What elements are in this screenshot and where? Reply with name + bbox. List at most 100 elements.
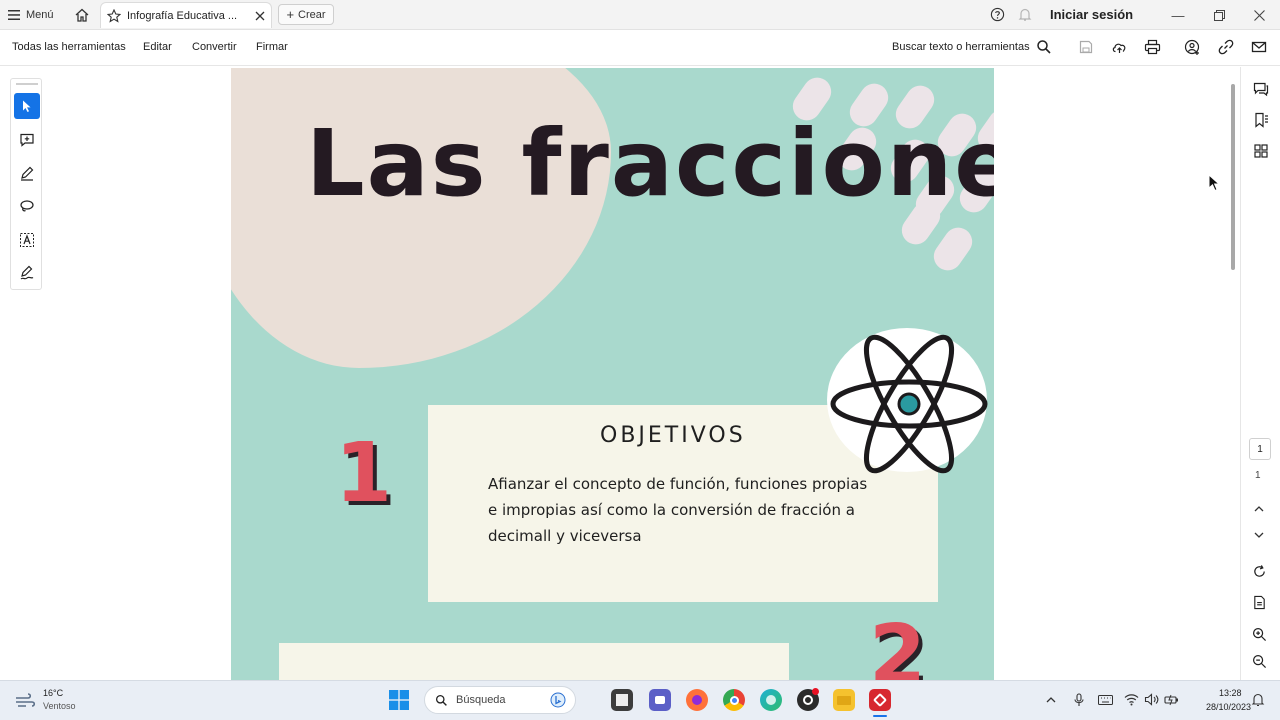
star-icon[interactable] [107,8,121,23]
next-page-button[interactable] [1252,528,1266,546]
restore-button[interactable] [1208,4,1230,26]
add-comment-button[interactable] [14,127,40,153]
help-icon[interactable] [990,7,1005,27]
tray-chevron-up-icon[interactable] [1045,694,1057,706]
grid-icon [1254,144,1268,158]
create-label: Crear [298,8,326,21]
lasso-icon [20,200,34,212]
comments-icon [1253,82,1269,97]
bookmarks-panel-button[interactable] [1251,110,1271,130]
window-app-icon [616,694,628,706]
battery-icon[interactable] [1164,693,1179,706]
scrollbar-thumb[interactable] [1231,84,1235,270]
rotate-button[interactable] [1252,564,1267,584]
home-button[interactable] [72,5,92,25]
wind-weather-icon[interactable] [14,690,38,710]
rail-handle[interactable] [16,83,38,85]
close-window-button[interactable] [1248,4,1270,26]
search-icon [435,694,447,706]
taskbar-app-files[interactable] [611,689,633,711]
keyboard-icon[interactable] [1098,694,1113,706]
weather-description[interactable]: Ventoso [43,701,76,711]
rotate-icon [1254,565,1265,577]
thumbnails-panel-button[interactable] [1251,141,1271,161]
menu-sign[interactable]: Firmar [256,41,288,53]
document-tab[interactable]: Infografía Educativa ... [100,2,272,28]
obs-icon [803,695,813,705]
menu-all-tools[interactable]: Todas las herramientas [12,41,126,53]
minimize-button[interactable]: — [1167,4,1189,26]
previous-page-button[interactable] [1252,502,1266,520]
menu-edit[interactable]: Editar [143,41,172,53]
taskbar-app-acrobat[interactable] [869,689,891,711]
taskbar-app-firefox[interactable] [686,689,708,711]
wifi-icon[interactable] [1124,693,1139,706]
second-card [279,643,789,680]
text-box-icon [20,233,34,247]
comments-panel-button[interactable] [1251,79,1271,99]
video-camera-icon [655,696,665,704]
clock-time[interactable]: 13:28 [1219,688,1242,698]
zoom-out-icon [1252,654,1267,669]
microphone-icon[interactable] [1073,693,1085,707]
minimize-icon: — [1171,7,1185,23]
signin-button[interactable]: Iniciar sesión [1050,7,1133,22]
select-tool-button[interactable] [14,93,40,119]
document-icon [1254,595,1265,610]
comment-plus-icon [20,133,34,147]
search-icon[interactable] [1036,39,1054,57]
sign-tool-button[interactable] [14,260,40,286]
lasso-tool-button[interactable] [14,193,40,219]
text-box-tool-button[interactable] [14,227,40,253]
quick-tools-rail [10,78,42,290]
title-bar: Menú Infografía Educativa ... + Crear In… [0,0,1280,30]
link-icon[interactable] [1218,39,1236,57]
taskbar-search-placeholder: Búsqueda [456,694,506,706]
chevron-down-icon [1254,532,1264,538]
tab-title: Infografía Educativa ... [127,9,238,22]
current-page-input[interactable]: 1 [1249,438,1271,460]
taskbar-app-edge[interactable] [760,689,782,711]
signature-pen-icon [20,265,34,280]
search-tools-label[interactable]: Buscar texto o herramientas [892,41,1030,53]
close-tab-icon[interactable] [255,11,265,21]
zoom-out-button[interactable] [1252,654,1267,674]
menu-convert[interactable]: Convertir [192,41,237,53]
zoom-in-icon [1252,627,1267,642]
taskbar-search-box[interactable]: Búsqueda [424,686,576,714]
toolbar: Todas las herramientas Editar Convertir … [0,30,1280,66]
weather-temperature[interactable]: 16°C [43,688,63,698]
windows-start-icon[interactable] [389,690,409,710]
section-number-one: 1 [335,426,393,521]
draw-tool-button[interactable] [14,160,40,186]
notifications-bell-icon[interactable] [1251,692,1265,707]
menu-label: Menú [26,9,54,21]
mouse-cursor-icon [1208,174,1220,192]
clock-date[interactable]: 28/10/2023 [1206,702,1251,712]
cursor-arrow-icon [23,100,31,112]
page-view-button[interactable] [1252,595,1267,615]
create-button[interactable]: + Crear [278,4,334,25]
chevron-up-icon [1254,506,1264,512]
taskbar-app-explorer[interactable] [833,689,855,711]
upload-cloud-icon[interactable] [1111,39,1129,57]
acrobat-icon [872,692,888,708]
volume-icon[interactable] [1144,693,1159,706]
taskbar-app-chrome[interactable] [723,689,745,711]
bing-icon [550,692,566,708]
email-icon[interactable] [1251,39,1269,57]
notification-badge [812,688,819,695]
atom-icon [827,328,988,474]
save-icon[interactable] [1078,39,1096,57]
share-user-icon[interactable] [1184,39,1202,57]
close-icon [1253,9,1265,21]
objectives-text: Afianzar el concepto de función, funcion… [488,475,868,545]
print-icon[interactable] [1144,39,1162,57]
decorative-pill [928,222,978,276]
zoom-in-button[interactable] [1252,627,1267,647]
hamburger-icon [8,10,20,20]
taskbar-app-meet[interactable] [649,689,671,711]
firefox-icon [692,695,702,705]
menu-button[interactable]: Menú [8,6,54,24]
bell-icon[interactable] [1018,7,1032,27]
